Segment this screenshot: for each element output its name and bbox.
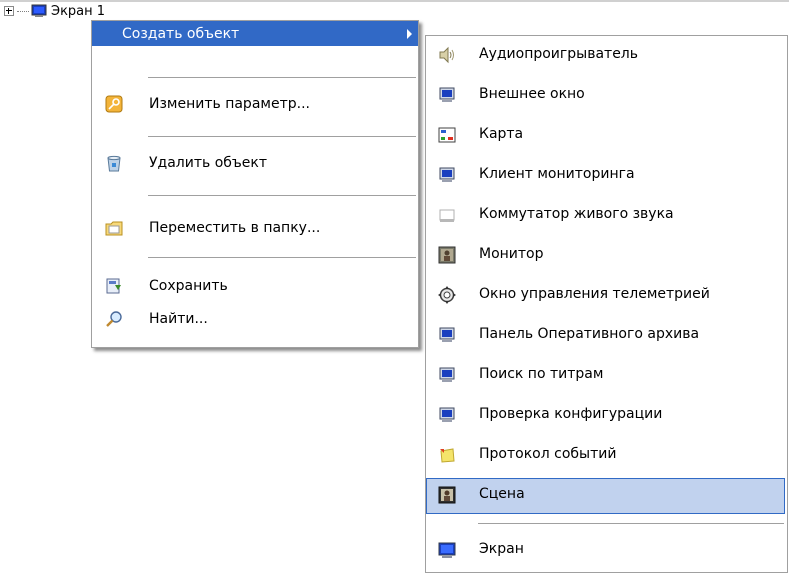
submenu-item-monitoring-client[interactable]: Клиент мониторинга <box>426 156 787 196</box>
menu-item-delete-object[interactable]: Удалить объект <box>92 152 418 174</box>
submenu-item-label: Протокол событий <box>479 446 617 462</box>
magnifier-icon <box>105 310 123 328</box>
menu-item-save[interactable]: Сохранить <box>92 275 418 297</box>
menu-item-label: Создать объект <box>122 25 240 42</box>
map-icon <box>438 126 456 144</box>
expand-icon[interactable] <box>4 6 14 16</box>
menu-item-label: Сохранить <box>149 278 228 294</box>
submenu-item-label: Внешнее окно <box>479 86 585 102</box>
key-icon <box>105 95 123 113</box>
monitor-icon <box>31 4 47 18</box>
menu-item-label: Переместить в папку... <box>149 220 321 236</box>
scene-icon <box>438 486 456 504</box>
top-edge <box>0 0 789 2</box>
submenu-item-caption-search[interactable]: Поиск по титрам <box>426 356 787 396</box>
menu-item-label: Изменить параметр... <box>149 96 310 112</box>
menu-item-find[interactable]: Найти... <box>92 308 418 330</box>
submenu-item-label: Клиент мониторинга <box>479 166 635 182</box>
submenu-separator <box>478 523 784 524</box>
blank-window-icon <box>438 206 456 224</box>
create-object-submenu: Аудиопроигрыватель Внешнее окно Карта Кл… <box>425 35 788 573</box>
submenu-item-screen[interactable]: Экран <box>426 531 787 571</box>
event-log-icon <box>438 446 456 464</box>
submenu-item-archive-panel[interactable]: Панель Оперативного архива <box>426 316 787 356</box>
menu-separator <box>148 195 416 196</box>
submenu-item-external-window[interactable]: Внешнее окно <box>426 76 787 116</box>
telemetry-icon <box>438 286 456 304</box>
submenu-item-label: Экран <box>479 541 524 557</box>
submenu-item-monitor[interactable]: Монитор <box>426 236 787 276</box>
submenu-item-map[interactable]: Карта <box>426 116 787 156</box>
submenu-item-label: Коммутатор живого звука <box>479 206 674 222</box>
submenu-item-label: Карта <box>479 126 524 142</box>
submenu-item-config-check[interactable]: Проверка конфигурации <box>426 396 787 436</box>
tree-connector <box>17 10 29 12</box>
submenu-item-label: Монитор <box>479 246 544 262</box>
tree-node-screen[interactable]: Экран 1 <box>4 2 106 20</box>
save-icon <box>105 277 123 295</box>
tree-node-label[interactable]: Экран 1 <box>50 4 106 19</box>
submenu-item-label: Окно управления телеметрией <box>479 286 710 302</box>
submenu-item-label: Аудиопроигрыватель <box>479 46 639 62</box>
context-menu: Создать объект Изменить параметр... Удал… <box>91 20 419 348</box>
menu-item-edit-parameter[interactable]: Изменить параметр... <box>92 93 418 115</box>
submenu-item-label: Поиск по титрам <box>479 366 604 382</box>
submenu-item-label: Сцена <box>479 486 525 502</box>
folder-move-icon <box>105 219 123 237</box>
submenu-item-audio-player[interactable]: Аудиопроигрыватель <box>426 36 787 76</box>
monitor-icon <box>438 326 456 344</box>
recycle-bin-icon <box>105 154 123 172</box>
submenu-item-label: Панель Оперативного архива <box>479 326 700 342</box>
submenu-item-telemetry-window[interactable]: Окно управления телеметрией <box>426 276 787 316</box>
menu-item-create-object[interactable]: Создать объект <box>92 21 418 46</box>
menu-separator <box>148 77 416 78</box>
menu-item-label: Удалить объект <box>149 155 268 171</box>
speaker-icon <box>438 46 456 64</box>
submenu-item-live-sound-switch[interactable]: Коммутатор живого звука <box>426 196 787 236</box>
monitor-icon <box>438 166 456 184</box>
submenu-item-event-log[interactable]: Протокол событий <box>426 436 787 476</box>
submenu-item-label: Проверка конфигурации <box>479 406 663 422</box>
menu-item-label: Найти... <box>149 311 208 327</box>
monitor-icon <box>438 406 456 424</box>
menu-separator <box>148 136 416 137</box>
monitor-icon <box>438 366 456 384</box>
menu-separator <box>148 257 416 258</box>
screen-icon <box>438 541 456 559</box>
menu-item-move-to-folder[interactable]: Переместить в папку... <box>92 217 418 239</box>
submenu-item-scene[interactable]: Сцена <box>426 476 787 516</box>
camera-monitor-icon <box>438 246 456 264</box>
submenu-arrow-icon <box>407 29 412 39</box>
monitor-icon <box>438 86 456 104</box>
